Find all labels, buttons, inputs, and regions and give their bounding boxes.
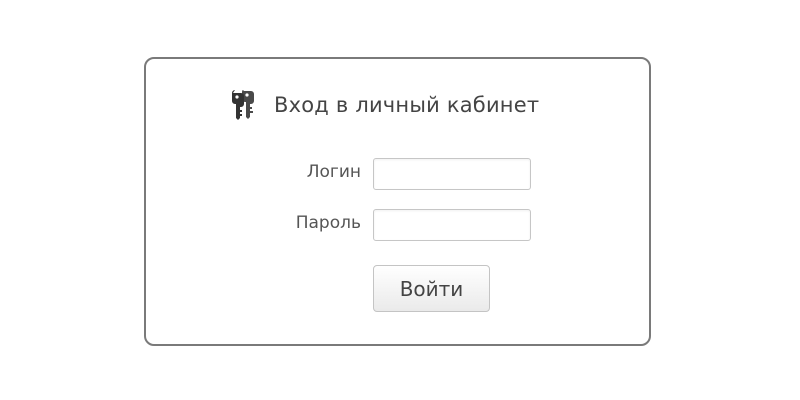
keys-icon — [232, 90, 254, 120]
password-label: Пароль — [295, 213, 361, 233]
login-panel: Вход в личный кабинет Логин Пароль Войти — [144, 57, 651, 346]
login-button[interactable]: Войти — [373, 265, 490, 312]
login-title-row: Вход в личный кабинет — [230, 89, 539, 121]
password-input[interactable] — [373, 209, 531, 241]
login-input[interactable] — [373, 158, 531, 190]
login-label: Логин — [306, 162, 361, 182]
login-title: Вход в личный кабинет — [274, 93, 540, 117]
page: Вход в личный кабинет Логин Пароль Войти — [0, 0, 800, 400]
